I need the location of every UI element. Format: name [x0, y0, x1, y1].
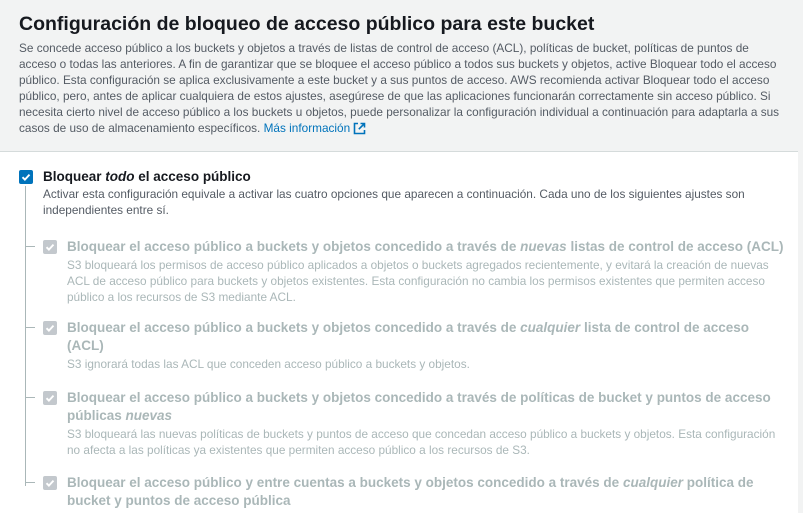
- tree-connector-branch: [25, 397, 35, 398]
- option-any-policy-label[interactable]: Bloquear el acceso público y entre cuent…: [67, 474, 787, 510]
- block-all-label-prefix: Bloquear: [43, 169, 106, 184]
- more-info-link[interactable]: Más información: [264, 121, 367, 135]
- option-any-policy-checkbox[interactable]: [43, 476, 57, 490]
- option-new-policies-label[interactable]: Bloquear el acceso público a buckets y o…: [67, 389, 787, 425]
- checkmark-icon: [45, 324, 55, 332]
- section-description: Se concede acceso público a los buckets …: [19, 41, 789, 139]
- description-text: Se concede acceso público a los buckets …: [19, 41, 780, 135]
- option-new-policies-checkbox[interactable]: [43, 391, 57, 405]
- option-label-prefix: Bloquear el acceso público y entre cuent…: [67, 475, 623, 490]
- option-new-policies-description: S3 bloqueará las nuevas políticas de buc…: [67, 427, 776, 457]
- block-all-label[interactable]: Bloquear todo el acceso público: [43, 169, 251, 184]
- section-title: Configuración de bloqueo de acceso públi…: [19, 13, 595, 35]
- option-label-emphasis: cualquier: [622, 475, 683, 490]
- option-new-acl-description: S3 bloqueará los permisos de acceso públ…: [67, 258, 769, 304]
- checkmark-icon: [45, 243, 55, 251]
- checkmark-icon: [21, 173, 31, 181]
- checkmark-icon: [45, 394, 55, 402]
- option-any-acl-label[interactable]: Bloquear el acceso público a buckets y o…: [67, 319, 787, 355]
- block-all-label-suffix: el acceso público: [134, 169, 251, 184]
- option-label-prefix: Bloquear el acceso público a buckets y o…: [67, 390, 771, 423]
- checkmark-icon: [45, 479, 55, 487]
- section-header: Configuración de bloqueo de acceso públi…: [0, 0, 798, 152]
- option-new-acl-checkbox[interactable]: [43, 240, 57, 254]
- option-label-emphasis: nuevas: [125, 408, 173, 423]
- option-label-emphasis: cualquier: [520, 320, 581, 335]
- tree-connector-branch: [25, 482, 35, 483]
- option-label-suffix: listas de control de acceso (ACL): [566, 239, 784, 254]
- more-info-link-text[interactable]: Más información: [264, 121, 351, 135]
- external-link-icon[interactable]: [353, 122, 366, 140]
- option-new-acl-label[interactable]: Bloquear el acceso público a buckets y o…: [67, 238, 787, 256]
- scrollbar[interactable]: [798, 0, 803, 513]
- block-all-description: Activar esta configuración equivale a ac…: [43, 187, 745, 217]
- option-label-prefix: Bloquear el acceso público a buckets y o…: [67, 239, 521, 254]
- option-label-emphasis: nuevas: [520, 239, 567, 254]
- tree-connector-branch: [25, 327, 35, 328]
- option-any-acl-description: S3 ignorará todas las ACL que conceden a…: [67, 357, 470, 371]
- block-all-label-emphasis: todo: [105, 169, 135, 184]
- option-label-prefix: Bloquear el acceso público a buckets y o…: [67, 320, 521, 335]
- block-all-checkbox[interactable]: [19, 170, 33, 184]
- tree-connector-branch: [25, 246, 35, 247]
- option-any-acl-checkbox[interactable]: [43, 321, 57, 335]
- tree-connector: [25, 186, 26, 486]
